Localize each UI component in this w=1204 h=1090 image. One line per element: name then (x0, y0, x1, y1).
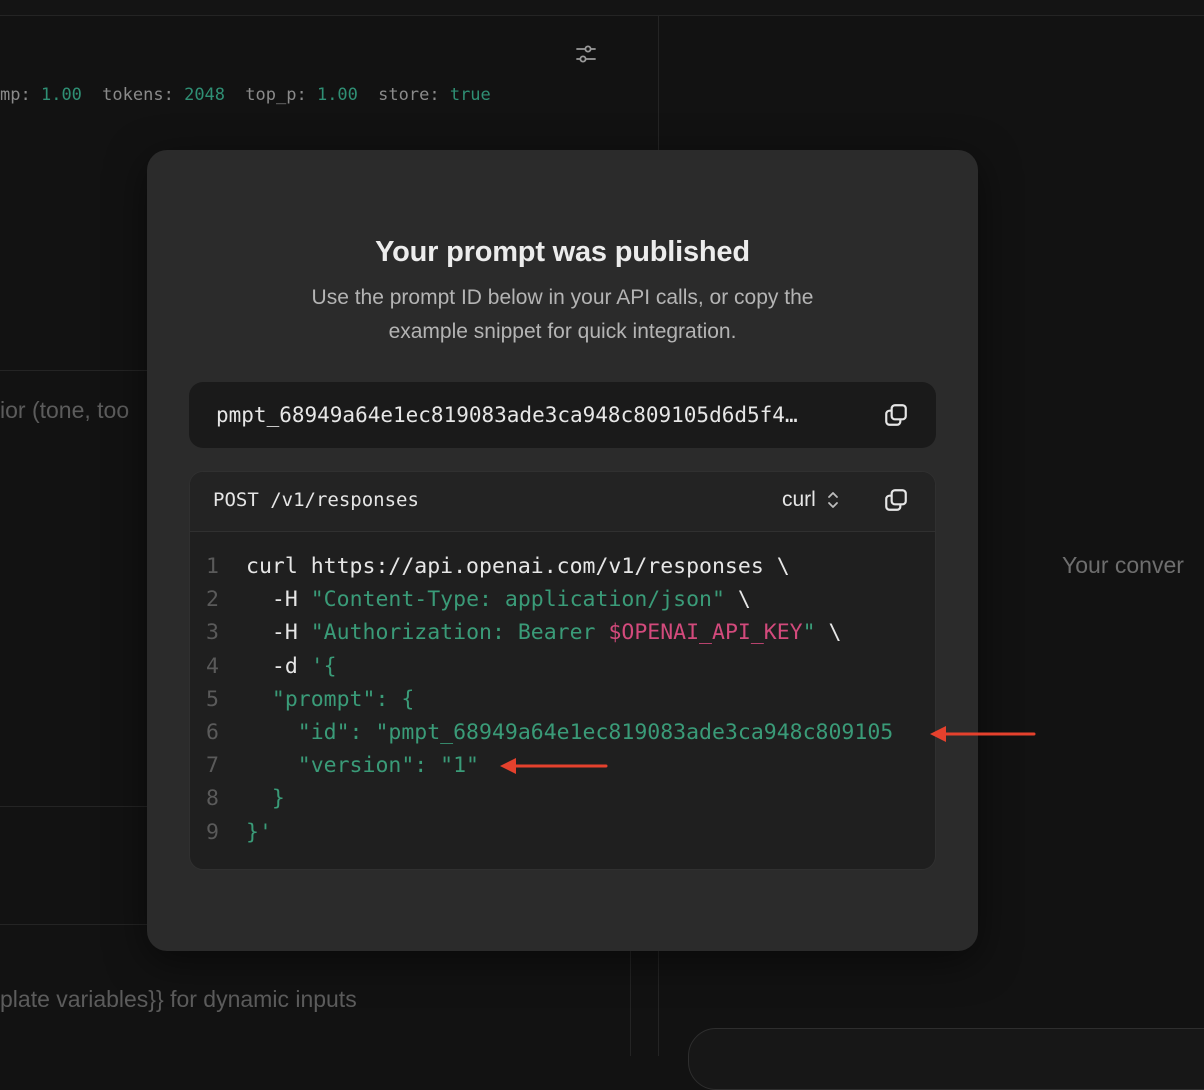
code-string: "prompt": { (246, 686, 415, 712)
subtitle-line: example snippet for quick integration. (388, 320, 737, 343)
code-string: '{ (310, 653, 337, 679)
param-key: tokens: (102, 85, 174, 105)
line-number: 8 (206, 786, 219, 812)
code-block[interactable]: 1 curl https://api.openai.com/v1/response… (206, 550, 893, 849)
code-string: " (802, 620, 816, 646)
variables-hint[interactable]: plate variables}} for dynamic inputs (0, 986, 357, 1013)
code-line: 9 }' (206, 816, 893, 849)
line-number: 9 (206, 819, 219, 845)
param-key: mp: (0, 85, 31, 105)
code-string: } (246, 786, 285, 812)
conversation-placeholder: Your conver (1062, 552, 1184, 578)
code-text: \ (815, 620, 842, 646)
code-line: 1 curl https://api.openai.com/v1/response… (206, 550, 893, 583)
endpoint-label: POST /v1/responses (213, 489, 419, 511)
chevron-updown-icon (827, 492, 838, 509)
language-select[interactable]: curl (782, 487, 840, 513)
copy-icon[interactable] (883, 402, 909, 428)
language-label: curl (782, 488, 816, 511)
param-value: 1.00 (316, 85, 358, 105)
line-number: 4 (206, 653, 219, 679)
code-string: "version": "1" (246, 753, 479, 779)
code-env-var: $OPENAI_API_KEY (608, 620, 803, 646)
code-text: -H (246, 620, 311, 646)
instructions-hint[interactable]: ior (tone, too (0, 397, 129, 424)
model-params: mp: 1.00 tokens: 2048 top_p: 1.00 store:… (0, 84, 501, 106)
code-line: 6 "id": "pmpt_68949a64e1ec819083ade3ca94… (206, 716, 893, 749)
top-bar (0, 0, 1204, 16)
copy-icon[interactable] (883, 487, 909, 513)
code-line: 8 } (206, 782, 893, 815)
line-number: 6 (206, 719, 219, 745)
code-string: }' (246, 819, 272, 845)
code-text: -d (246, 653, 311, 679)
subtitle-line: Use the prompt ID below in your API call… (311, 286, 814, 309)
code-string: "id": "pmpt_68949a64e1ec819083ade3ca948c… (246, 719, 894, 745)
line-number: 1 (206, 554, 219, 579)
settings-sliders-icon[interactable] (574, 42, 598, 66)
code-string: "Content-Type: application/json" (310, 587, 725, 613)
line-number: 7 (206, 753, 219, 779)
code-text: curl https://api.openai.com/v1/responses… (246, 554, 790, 579)
code-string: "Authorization: Bearer (310, 620, 609, 646)
chat-composer[interactable] (688, 1028, 1204, 1090)
line-number: 2 (206, 587, 219, 613)
prompt-id[interactable]: pmpt_68949a64e1ec819083ade3ca948c809105d… (216, 400, 856, 430)
param-key: top_p: (245, 85, 307, 105)
param-value: true (449, 85, 491, 105)
arrow-left-icon (500, 758, 608, 774)
dialog-title: Your prompt was published (375, 236, 750, 268)
arrow-left-icon (930, 726, 1036, 742)
param-value: 2048 (184, 85, 226, 105)
line-number: 3 (206, 620, 219, 646)
dialog-subtitle: Use the prompt ID below in your API call… (147, 281, 978, 349)
code-line: 2 -H "Content-Type: application/json" \ (206, 583, 893, 616)
code-line: 3 -H "Authorization: Bearer $OPENAI_API_… (206, 616, 893, 649)
code-line: 4 -d '{ (206, 650, 893, 683)
param-value: 1.00 (40, 85, 82, 105)
param-key: store: (378, 85, 440, 105)
line-number: 5 (206, 686, 219, 712)
code-line: 5 "prompt": { (206, 683, 893, 716)
code-text: \ (724, 587, 751, 613)
code-text: -H (246, 587, 311, 613)
